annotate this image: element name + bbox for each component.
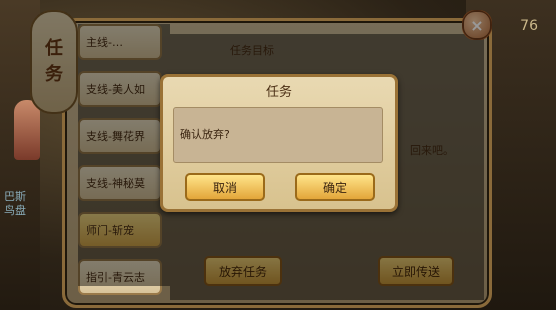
title-dim-overlay — [30, 10, 78, 114]
confirm-dialog: 任务 确认放弃? 取消 确定 — [160, 74, 398, 212]
cancel-button[interactable]: 取消 — [185, 173, 265, 201]
dialog-message-box: 确认放弃? — [173, 107, 383, 163]
player-character — [14, 100, 40, 160]
close-dim-overlay — [462, 10, 492, 40]
scene-counter: 76 — [520, 18, 538, 34]
dialog-title: 任务 — [265, 85, 292, 100]
scene-side-label: 巴斯 — [4, 190, 26, 203]
dialog-message: 确认放弃? — [180, 128, 230, 141]
confirm-button[interactable]: 确定 — [295, 173, 375, 201]
scene-side-label: 鸟盘 — [4, 204, 26, 217]
scene-side-labels: 巴斯 鸟盘 — [4, 190, 26, 218]
task-list-dim-overlay — [78, 24, 170, 286]
